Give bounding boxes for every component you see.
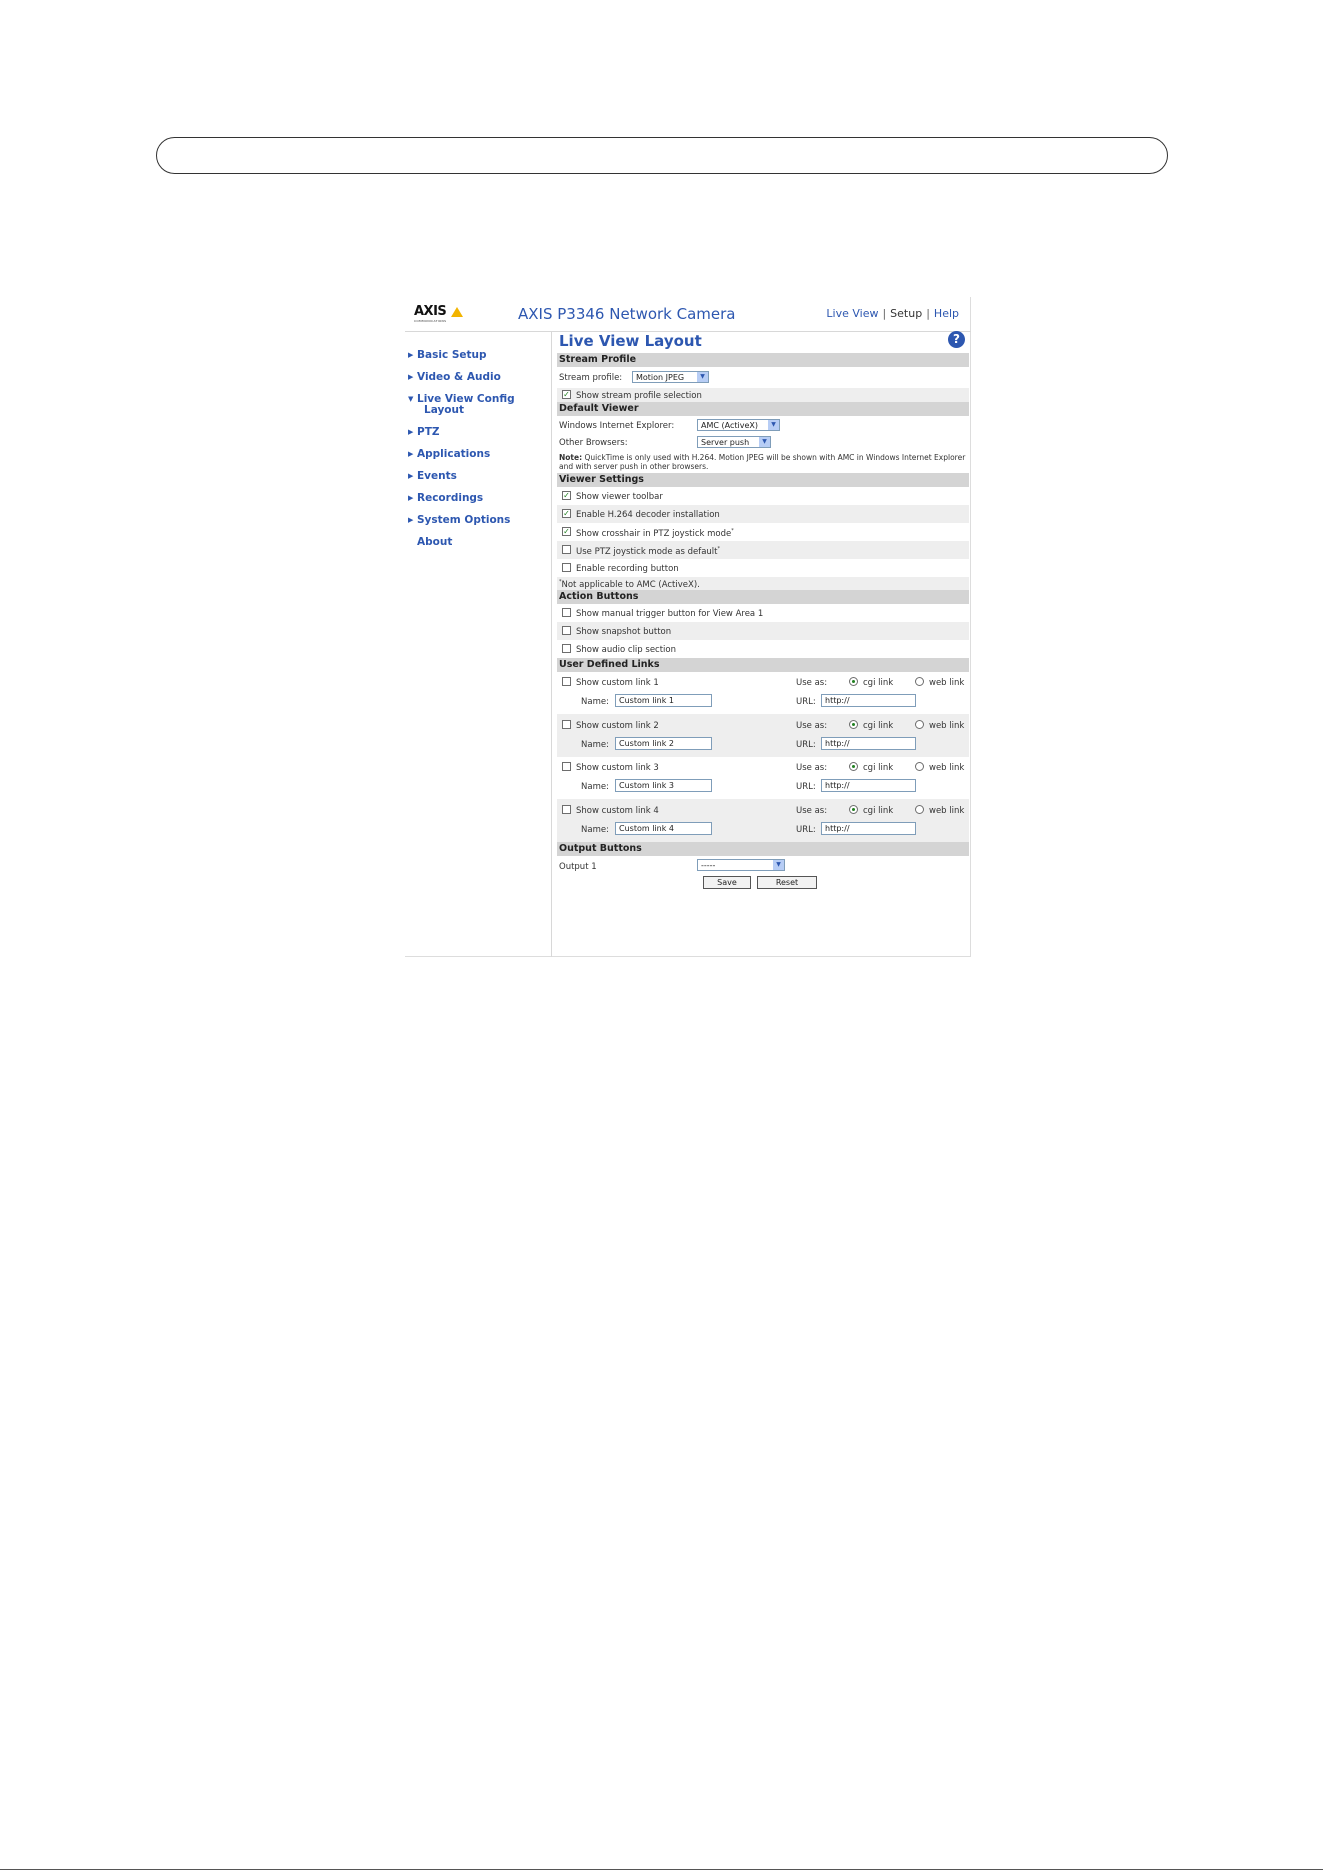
dropdown-arrow-icon: ▼ [759,437,770,447]
save-button[interactable]: Save [703,876,751,889]
custom-link-block: Show custom link 3 Use as: cgi link web … [557,757,969,799]
setup-link[interactable]: Setup [890,307,922,320]
section-stream-profile: Stream Profile [557,353,969,367]
chevron-down-icon: ▼ [408,395,414,403]
sidebar-subitem-layout[interactable]: Layout [424,404,464,416]
chevron-right-icon: ▶ [408,516,414,524]
chevron-right-icon: ▶ [408,373,414,381]
cgi-link-radio[interactable] [849,762,858,771]
app-header: AXIS COMMUNICATIONS AXIS P3346 Network C… [405,297,971,332]
custom-link-url-input[interactable]: http:// [821,822,916,835]
chevron-right-icon: ▶ [408,494,414,502]
product-title: AXIS P3346 Network Camera [518,305,736,323]
sidebar-item-applications[interactable]: ▶ Applications [408,448,490,460]
section-user-defined-links: User Defined Links [557,658,969,672]
h264-decoder-checkbox[interactable]: ✓ [562,509,571,518]
cgi-link-radio[interactable] [849,677,858,686]
action-button-row: Show audio clip section [557,640,969,658]
help-link[interactable]: Help [934,307,959,320]
section-action-buttons: Action Buttons [557,590,969,604]
snapshot-checkbox[interactable] [562,626,571,635]
action-button-row: Show snapshot button [557,622,969,640]
web-link-radio[interactable] [915,677,924,686]
show-profile-selection-row: ✓ Show stream profile selection [557,388,969,402]
web-link-radio[interactable] [915,805,924,814]
audio-clip-checkbox[interactable] [562,644,571,653]
cgi-link-radio[interactable] [849,805,858,814]
live-view-link[interactable]: Live View [826,307,878,320]
chevron-right-icon: ▶ [408,472,414,480]
custom-link-url-input[interactable]: http:// [821,779,916,792]
viewer-setting-row: Use PTZ joystick mode as default* [557,541,969,559]
sidebar: ▶ Basic Setup ▶ Video & Audio ▼ Live View C… [405,332,552,957]
show-profile-selection-checkbox[interactable]: ✓ [562,390,571,399]
reset-button[interactable]: Reset [757,876,817,889]
output-row: Output 1 ----- ▼ [557,856,969,874]
sidebar-item-video-audio[interactable]: ▶ Video & Audio [408,371,501,383]
chevron-right-icon: ▶ [408,450,414,458]
section-output-buttons: Output Buttons [557,842,969,856]
chevron-right-icon: ▶ [408,428,414,436]
web-link-radio[interactable] [915,720,924,729]
custom-link-checkbox[interactable] [562,762,571,771]
sidebar-item-ptz[interactable]: ▶ PTZ [408,426,439,438]
page-header-frame [156,137,1168,174]
dropdown-arrow-icon: ▼ [768,420,779,430]
section-default-viewer: Default Viewer [557,402,969,416]
custom-link-name-input[interactable]: Custom link 1 [615,694,712,707]
axis-logo: AXIS [414,304,447,319]
crosshair-checkbox[interactable]: ✓ [562,527,571,536]
ie-viewer-select[interactable]: AMC (ActiveX) ▼ [697,419,780,431]
viewer-setting-row: ✓ Show crosshair in PTZ joystick mode* [562,527,734,539]
custom-link-url-input[interactable]: http:// [821,737,916,750]
viewer-note: Note: QuickTime is only used with H.264.… [559,453,966,471]
logo-triangle-icon [451,307,463,317]
viewer-footnote: *Not applicable to AMC (ActiveX). [557,577,969,590]
manual-trigger-checkbox[interactable] [562,608,571,617]
custom-link-name-input[interactable]: Custom link 2 [615,737,712,750]
stream-profile-select[interactable]: Motion JPEG ▼ [632,371,709,383]
viewer-setting-row: Enable recording button [557,559,969,577]
other-browsers-row: Other Browsers: Server push ▼ [557,434,969,451]
sidebar-item-about[interactable]: About [417,536,452,548]
viewer-setting-row: ✓ Enable H.264 decoder installation [557,505,969,523]
custom-link-block: Show custom link 2 Use as: cgi link web … [557,714,969,757]
stream-profile-row: Stream profile: Motion JPEG ▼ [557,367,969,388]
output-select[interactable]: ----- ▼ [697,859,785,871]
chevron-right-icon: ▶ [408,351,414,359]
custom-link-block: Show custom link 4 Use as: cgi link web … [557,799,969,842]
custom-link-url-input[interactable]: http:// [821,694,916,707]
sidebar-item-events[interactable]: ▶ Events [408,470,457,482]
web-link-radio[interactable] [915,762,924,771]
viewer-setting-row: ✓ Show viewer toolbar [562,491,663,502]
custom-link-name-input[interactable]: Custom link 3 [615,779,712,792]
joystick-default-checkbox[interactable] [562,545,571,554]
camera-setup-screenshot: AXIS COMMUNICATIONS AXIS P3346 Network C… [405,297,971,957]
custom-link-checkbox[interactable] [562,805,571,814]
dropdown-arrow-icon: ▼ [697,372,708,382]
custom-link-checkbox[interactable] [562,677,571,686]
sidebar-item-recordings[interactable]: ▶ Recordings [408,492,483,504]
other-browsers-select[interactable]: Server push ▼ [697,436,771,448]
top-links: Live View | Setup | Help [826,307,959,320]
sidebar-item-system-options[interactable]: ▶ System Options [408,514,510,526]
action-button-row: Show manual trigger button for View Area… [557,604,969,622]
cgi-link-radio[interactable] [849,720,858,729]
ie-viewer-row: Windows Internet Explorer: AMC (ActiveX)… [557,416,969,434]
dropdown-arrow-icon: ▼ [773,860,784,870]
custom-link-name-input[interactable]: Custom link 4 [615,822,712,835]
custom-link-checkbox[interactable] [562,720,571,729]
page-bottom-rule [0,1869,1323,1870]
viewer-toolbar-checkbox[interactable]: ✓ [562,491,571,500]
sidebar-item-basic-setup[interactable]: ▶ Basic Setup [408,349,487,361]
section-viewer-settings: Viewer Settings [557,473,969,487]
page-title: Live View Layout [559,332,702,350]
recording-button-checkbox[interactable] [562,563,571,572]
help-icon[interactable]: ? [948,331,965,348]
axis-logo-subtext: COMMUNICATIONS [414,319,447,323]
custom-link-block: Show custom link 1 Use as: cgi link web … [557,672,969,714]
